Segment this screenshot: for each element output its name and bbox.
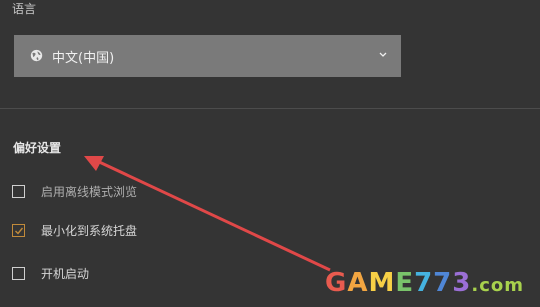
offline-mode-checkbox[interactable] [12, 184, 25, 198]
chevron-down-icon [379, 52, 387, 57]
checkmark-icon [15, 227, 24, 235]
launch-at-startup-option[interactable]: 开机启动 [12, 263, 89, 283]
minimize-to-tray-checkbox[interactable] [12, 223, 25, 237]
language-select[interactable]: 中文(中国) [14, 35, 401, 77]
offline-mode-label: 启用离线模式浏览 [41, 184, 138, 199]
minimize-to-tray-option[interactable]: 最小化到系统托盘 [12, 220, 137, 240]
section-divider [0, 108, 540, 109]
preferences-title: 偏好设置 [13, 141, 62, 155]
offline-mode-option[interactable]: 启用离线模式浏览 [12, 181, 137, 201]
launch-at-startup-label: 开机启动 [41, 266, 90, 281]
language-selected-value: 中文(中国) [52, 51, 115, 66]
watermark-logo: GAME773.com [324, 268, 524, 298]
globe-icon [30, 49, 43, 62]
language-label: 语言 [12, 2, 37, 16]
launch-at-startup-checkbox[interactable] [12, 266, 25, 280]
minimize-to-tray-label: 最小化到系统托盘 [41, 223, 138, 238]
